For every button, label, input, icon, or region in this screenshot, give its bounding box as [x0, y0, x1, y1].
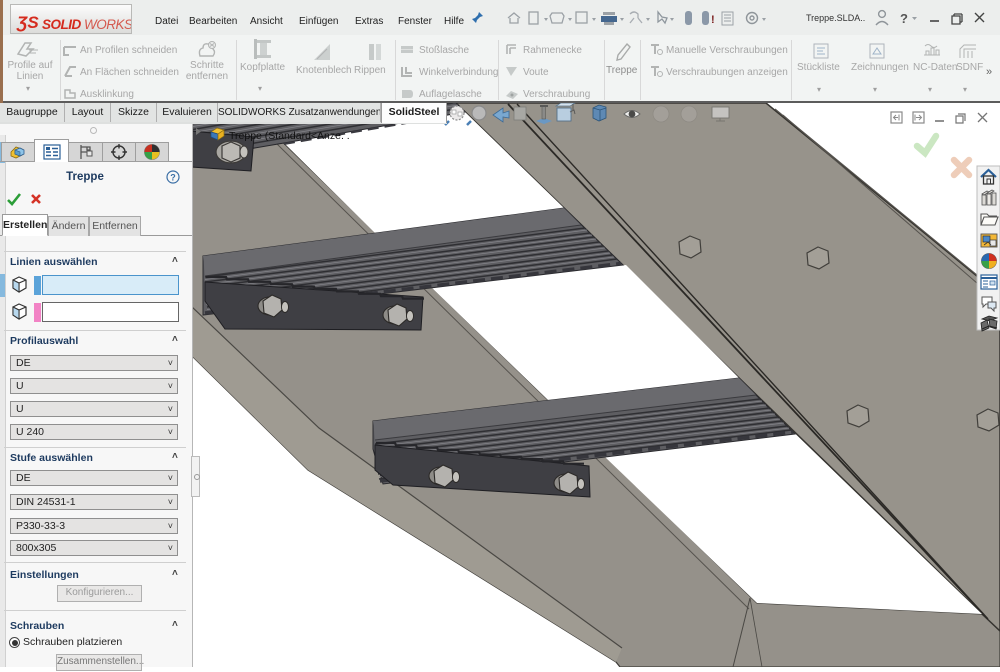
- svg-text:ƷS: ƷS: [16, 13, 39, 32]
- svg-text:Treppe (Standard<Anze. .: Treppe (Standard<Anze. .: [229, 130, 350, 142]
- svg-text:!: !: [711, 14, 715, 26]
- svg-text:?: ?: [900, 11, 908, 26]
- svg-text:?: ?: [170, 173, 176, 183]
- svg-text:SOLID: SOLID: [42, 17, 82, 32]
- svg-text:WORKS: WORKS: [84, 17, 131, 32]
